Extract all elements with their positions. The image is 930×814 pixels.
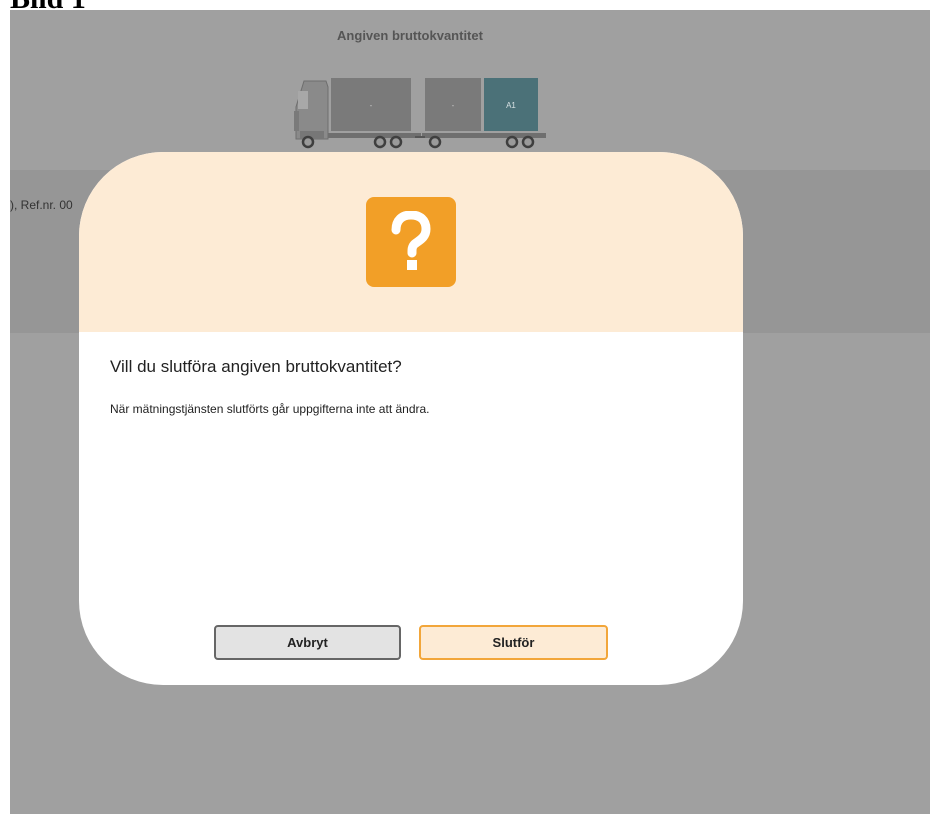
dialog-message: När mätningstjänsten slutförts går uppgi… <box>110 402 430 416</box>
truck-diagram: - - A1 <box>294 78 546 149</box>
truck-cab-icon <box>294 80 329 140</box>
dialog-title: Vill du slutföra angiven bruttokvantitet… <box>110 357 402 376</box>
question-mark-glyph <box>391 211 431 270</box>
load-box-2-label: - <box>452 101 455 110</box>
truck-chassis <box>328 133 421 138</box>
cancel-button[interactable]: Avbryt <box>214 625 401 660</box>
load-box-1-label: - <box>370 101 373 110</box>
finish-button[interactable]: Slutför <box>419 625 608 660</box>
confirm-dialog: Vill du slutföra angiven bruttokvantitet… <box>79 152 743 685</box>
page-title: Angiven bruttokvantitet <box>337 28 483 43</box>
question-mark-icon <box>366 197 456 287</box>
dialog-header <box>79 152 743 332</box>
reference-number: ), Ref.nr. 00 <box>10 198 73 212</box>
truck-wheels <box>301 135 535 149</box>
load-box-3-label: A1 <box>506 101 516 110</box>
